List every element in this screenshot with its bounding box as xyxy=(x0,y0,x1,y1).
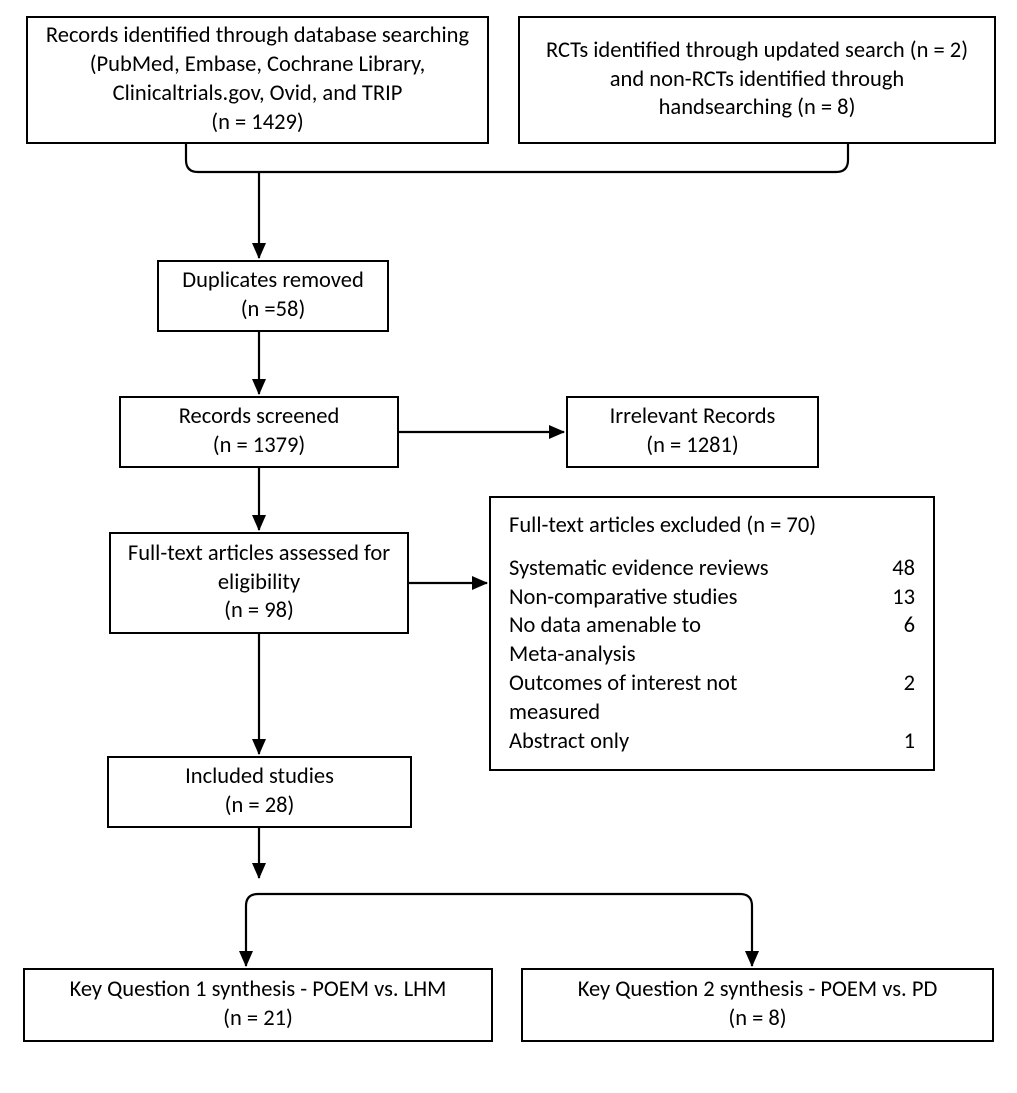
prisma-flow-diagram: Records identified through database sear… xyxy=(0,0,1017,1093)
box-kq1: Key Question 1 synthesis - POEM vs. LHM … xyxy=(23,968,493,1042)
text-line: Key Question 1 synthesis - POEM vs. LHM xyxy=(70,976,447,1005)
text-line: Key Question 2 synthesis - POEM vs. PD xyxy=(578,976,938,1005)
box-kq2: Key Question 2 synthesis - POEM vs. PD (… xyxy=(521,968,994,1042)
text-line: (n = 21) xyxy=(223,1005,293,1034)
split-bracket-connector xyxy=(0,0,1017,1000)
text-line: (n = 8) xyxy=(728,1005,786,1034)
